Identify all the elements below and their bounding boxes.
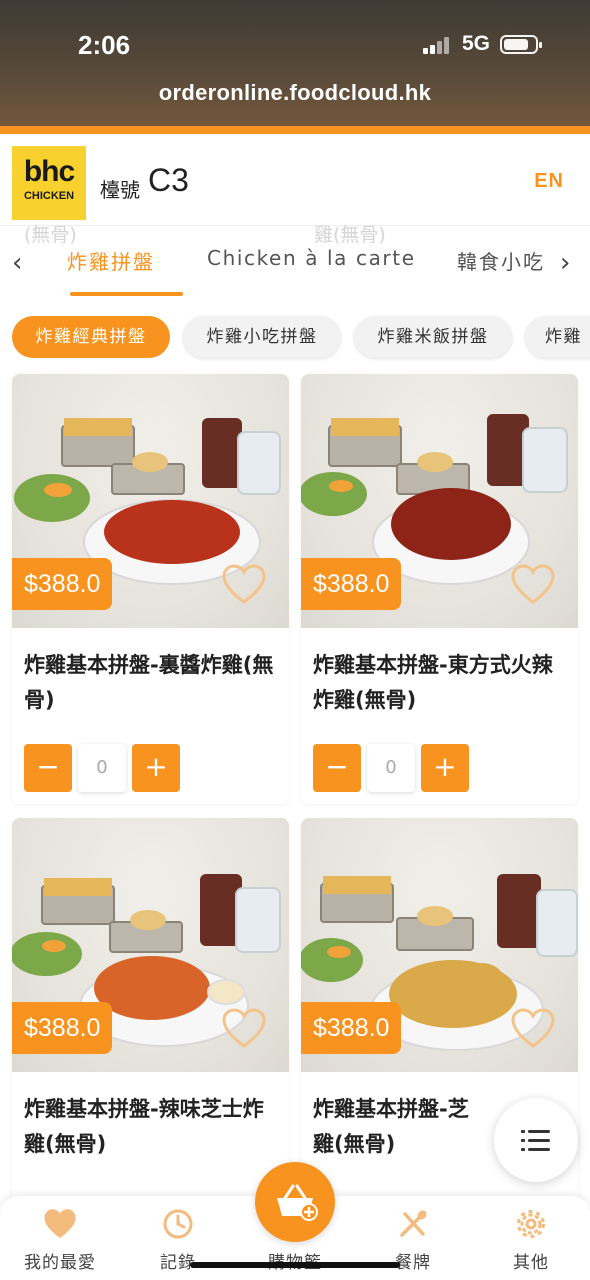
app-header: bhc CHICKEN 檯號 C3 EN <box>0 134 590 226</box>
decrement-button[interactable]: − <box>24 744 72 792</box>
product-card[interactable]: $388.0 炸雞基本拼盤-東方式火辣炸雞(無骨) − 0 + <box>301 374 578 804</box>
chevron-right-icon[interactable]: › <box>560 248 570 278</box>
signal-icon <box>423 36 453 54</box>
nav-other[interactable]: 其他 <box>481 1208 581 1273</box>
product-card[interactable]: $388.0 炸雞基本拼盤-辣味芝士炸雞(無骨) <box>12 818 289 1218</box>
language-toggle[interactable]: EN <box>534 170 564 193</box>
favorite-heart-icon[interactable] <box>510 1008 556 1050</box>
product-name: 炸雞基本拼盤-東方式火辣炸雞(無骨) <box>313 653 553 712</box>
chip-rice-platter[interactable]: 炸雞米飯拼盤 <box>354 316 512 358</box>
table-number: C3 <box>148 162 189 198</box>
table-label: 檯號 <box>100 178 140 202</box>
product-name: 炸雞基本拼盤-辣味芝士炸雞(無骨) <box>24 1097 264 1156</box>
product-card[interactable]: $388.0 炸雞基本拼盤-裏醬炸雞(無骨) − 0 + <box>12 374 289 804</box>
heart-icon <box>44 1209 76 1239</box>
increment-button[interactable]: + <box>421 744 469 792</box>
chevron-left-icon[interactable]: ‹ <box>12 248 22 278</box>
basket-icon <box>277 1184 318 1221</box>
battery-icon <box>500 35 542 54</box>
price-badge: $388.0 <box>12 1002 113 1054</box>
url-bar[interactable]: orderonline.foodcloud.hk <box>0 80 590 106</box>
decrement-button[interactable]: − <box>313 744 361 792</box>
chicken-pile <box>104 500 240 564</box>
utensils-icon <box>400 1210 427 1237</box>
cart-button[interactable] <box>255 1162 335 1242</box>
header-accent-line <box>0 126 590 134</box>
nav-favorites[interactable]: 我的最愛 <box>10 1208 110 1273</box>
price-badge: $388.0 <box>301 1002 402 1054</box>
product-name: 炸雞基本拼盤-裏醬炸雞(無骨) <box>24 653 274 712</box>
tab-chicken-a-la-carte[interactable]: Chicken à la carte <box>207 246 416 270</box>
favorite-heart-icon[interactable] <box>221 1008 267 1050</box>
chip-classic-platter[interactable]: 炸雞經典拼盤 <box>12 316 170 358</box>
bhc-logo[interactable]: bhc CHICKEN <box>12 146 86 220</box>
chip-snack-platter[interactable]: 炸雞小吃拼盤 <box>183 316 341 358</box>
active-tab-indicator <box>70 292 183 296</box>
gear-icon <box>517 1210 545 1238</box>
favorite-heart-icon[interactable] <box>221 564 267 606</box>
clock-icon <box>163 1209 193 1239</box>
tab-korean-snacks[interactable]: 韓食小吃 <box>457 246 545 275</box>
chip-more[interactable]: 炸雞 <box>525 316 590 358</box>
price-badge: $388.0 <box>301 558 402 610</box>
category-list-button[interactable] <box>494 1098 578 1182</box>
scrolled-text-right: 雞(無骨) <box>314 224 386 246</box>
scrolled-text-left: (無骨) <box>24 224 77 246</box>
price-badge: $388.0 <box>12 558 113 610</box>
increment-button[interactable]: + <box>132 744 180 792</box>
category-tabs: (無骨) 雞(無骨) ‹ 炸雞拼盤 Chicken à la carte 韓食小… <box>0 224 590 298</box>
quantity-value[interactable]: 0 <box>367 744 415 792</box>
status-time: 2:06 <box>78 30 131 60</box>
network-type: 5G <box>462 32 491 55</box>
subcategory-chips: 炸雞經典拼盤 炸雞小吃拼盤 炸雞米飯拼盤 炸雞 <box>0 308 590 364</box>
home-indicator <box>190 1262 400 1268</box>
favorite-heart-icon[interactable] <box>510 564 556 606</box>
browser-chrome: 2:06 5G orderonline.foodcloud.hk <box>0 0 590 128</box>
quantity-value[interactable]: 0 <box>78 744 126 792</box>
tab-platters[interactable]: 炸雞拼盤 <box>67 246 155 275</box>
